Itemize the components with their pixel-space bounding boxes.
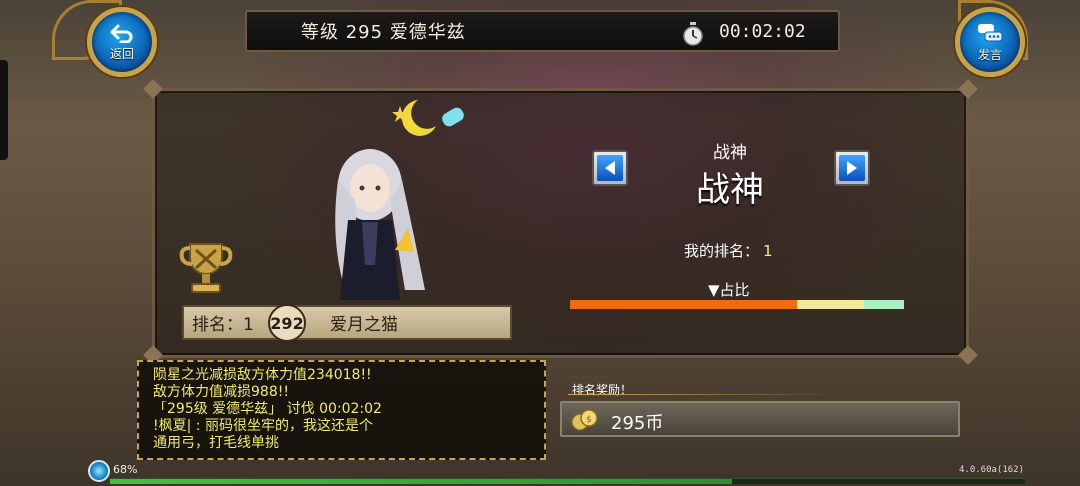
battle-timer: 00:02:02 [719, 20, 806, 42]
svg-text:$: $ [586, 415, 592, 425]
chat-bubble-icon [978, 23, 1003, 41]
loading-progress-bar [110, 478, 1025, 484]
my-rank-value: 1 [763, 242, 773, 260]
chat-button-label: 发言 [977, 47, 1002, 62]
ratio-segment [863, 300, 904, 309]
chat-line: !枫夏| : 丽码很坐牢的，我这还是个 [153, 418, 373, 434]
chat-line: 「295级 爱德华兹」 讨伐 00:02:02 [153, 401, 382, 417]
trophy-icon [179, 243, 233, 293]
arrow-left-icon [605, 161, 615, 175]
player-rank-row[interactable]: 排名：1 292 爱月之猫 [182, 304, 512, 342]
moon-candy-decoration [392, 100, 464, 136]
ratio-segment [570, 300, 798, 309]
version-label: 4.0.60a(162) [959, 465, 1025, 475]
next-title-button[interactable] [834, 150, 870, 186]
player-rank: 排名：1 [192, 315, 254, 335]
boss-level-title: 等级 295 爱德华兹 [301, 22, 466, 43]
back-button-label: 返回 [109, 46, 134, 61]
network-status-icon [88, 460, 110, 482]
ratio-segment [797, 300, 864, 309]
battle-chat-log[interactable]: 陨星之光减损敌方体力值234018!! 敌方体力值减损988!! 「295级 爱… [137, 360, 546, 460]
top-info-bar: 等级 295 爱德华兹 00:02:02 [245, 10, 840, 52]
rank-title: 战神 [696, 170, 764, 210]
stopwatch-icon [683, 22, 703, 46]
loading-progress-fill [110, 479, 733, 484]
back-button[interactable]: 返回 [80, 2, 164, 82]
reward-box: $ 295币 [560, 401, 960, 437]
chat-line: 敌方体力值减损988!! [153, 384, 289, 400]
my-rank: 我的排名： 1 [684, 240, 773, 261]
status-percent: 68% [113, 463, 138, 476]
chat-line: 陨星之光减损敌方体力值234018!! [153, 367, 372, 383]
back-arrow-icon [110, 24, 133, 43]
player-level-badge: 292 [268, 304, 306, 342]
prev-title-button[interactable] [592, 150, 628, 186]
arrow-right-icon [847, 161, 857, 175]
my-rank-label: 我的排名： [684, 242, 760, 260]
player-name: 爱月之猫 [330, 315, 398, 335]
coin-icon: $ [571, 409, 598, 431]
ratio-bar [570, 300, 904, 309]
chat-line: 通用弓，打毛线单挑 [153, 435, 279, 451]
reward-divider [568, 394, 838, 395]
player-character-image [335, 149, 425, 300]
rank-title-label: 战神 [713, 143, 747, 163]
phone-edge [0, 60, 8, 160]
ratio-label: ▼占比 [708, 281, 750, 299]
reward-amount: 295币 [611, 413, 664, 434]
reward-label: 排名奖励！ [572, 383, 633, 397]
chat-button[interactable]: 发言 [948, 2, 1032, 82]
